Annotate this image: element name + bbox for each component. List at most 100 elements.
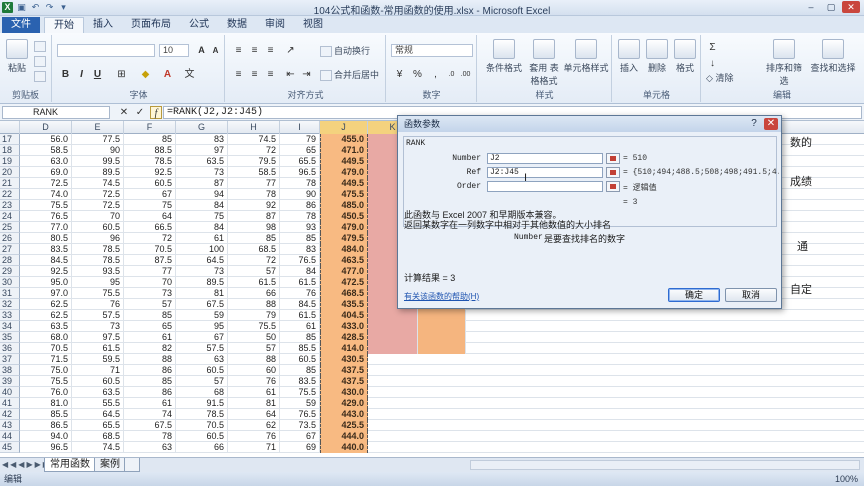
cell-k[interactable] bbox=[368, 310, 418, 321]
cell-f[interactable]: 57 bbox=[124, 299, 176, 310]
cell-g[interactable]: 83 bbox=[176, 134, 228, 145]
cell-i[interactable]: 85.5 bbox=[280, 343, 320, 354]
cell-d[interactable]: 86.5 bbox=[20, 420, 72, 431]
row-header[interactable]: 27 bbox=[0, 244, 20, 255]
row-header[interactable]: 18 bbox=[0, 145, 20, 156]
cell-g[interactable]: 67 bbox=[176, 332, 228, 343]
cell-d[interactable]: 63.5 bbox=[20, 321, 72, 332]
cell-e[interactable]: 55.5 bbox=[72, 398, 124, 409]
cell-f[interactable]: 66.5 bbox=[124, 222, 176, 233]
font-name-combo[interactable] bbox=[57, 44, 155, 57]
cell-i[interactable]: 85 bbox=[280, 233, 320, 244]
row-header[interactable]: 21 bbox=[0, 178, 20, 189]
fill-color-icon[interactable]: ◆ bbox=[139, 68, 152, 81]
row-header[interactable]: 17 bbox=[0, 134, 20, 145]
cell-i[interactable]: 84.5 bbox=[280, 299, 320, 310]
align-center-icon[interactable]: ≡ bbox=[248, 68, 261, 81]
sheet-tab-common-functions[interactable]: 常用函数 bbox=[44, 458, 96, 472]
cell-g[interactable]: 81 bbox=[176, 288, 228, 299]
cell-h[interactable]: 92 bbox=[228, 200, 280, 211]
cell-j[interactable]: 485.0 bbox=[320, 200, 368, 211]
cell-g[interactable]: 84 bbox=[176, 200, 228, 211]
increase-font-icon[interactable]: A bbox=[195, 44, 208, 57]
maximize-icon[interactable]: ▢ bbox=[822, 1, 840, 13]
cell-l[interactable] bbox=[418, 343, 466, 354]
paste-button[interactable]: 粘贴 bbox=[4, 39, 30, 74]
cell-f[interactable]: 74 bbox=[124, 409, 176, 420]
cell-f[interactable]: 70 bbox=[124, 277, 176, 288]
cell-f[interactable]: 72 bbox=[124, 233, 176, 244]
row-header[interactable]: 41 bbox=[0, 398, 20, 409]
row-header[interactable]: 20 bbox=[0, 167, 20, 178]
cell-f[interactable]: 63 bbox=[124, 442, 176, 453]
decrease-indent-icon[interactable]: ⇤ bbox=[284, 68, 297, 81]
cell-l[interactable] bbox=[418, 332, 466, 343]
cell-f[interactable]: 67.5 bbox=[124, 420, 176, 431]
cell-j[interactable]: 484.0 bbox=[320, 244, 368, 255]
cell-g[interactable]: 89.5 bbox=[176, 277, 228, 288]
row-header[interactable]: 37 bbox=[0, 354, 20, 365]
percent-icon[interactable]: % bbox=[411, 68, 424, 81]
cell-e[interactable]: 60.5 bbox=[72, 222, 124, 233]
cell-g[interactable]: 73 bbox=[176, 167, 228, 178]
cell-i[interactable]: 60.5 bbox=[280, 354, 320, 365]
function-help-link[interactable]: 有关该函数的帮助(H) bbox=[404, 291, 479, 302]
increase-decimal-icon[interactable]: .0 bbox=[445, 68, 458, 81]
cell-g[interactable]: 91.5 bbox=[176, 398, 228, 409]
collapse-dialog-icon[interactable] bbox=[606, 181, 620, 192]
cell-g[interactable]: 94 bbox=[176, 189, 228, 200]
cell-g[interactable]: 84 bbox=[176, 222, 228, 233]
cell-h[interactable]: 72 bbox=[228, 145, 280, 156]
cell-h[interactable]: 79 bbox=[228, 310, 280, 321]
row-header[interactable]: 32 bbox=[0, 299, 20, 310]
cell-h[interactable]: 72 bbox=[228, 255, 280, 266]
cell-d[interactable]: 63.0 bbox=[20, 156, 72, 167]
cell-f[interactable]: 82 bbox=[124, 343, 176, 354]
cell-g[interactable]: 67.5 bbox=[176, 299, 228, 310]
cell-j[interactable]: 430.0 bbox=[320, 387, 368, 398]
row-header[interactable]: 24 bbox=[0, 211, 20, 222]
cell-f[interactable]: 88.5 bbox=[124, 145, 176, 156]
cell-j[interactable]: 428.5 bbox=[320, 332, 368, 343]
cell-i[interactable]: 84 bbox=[280, 266, 320, 277]
cell-j[interactable]: 475.5 bbox=[320, 189, 368, 200]
cell-j[interactable]: 444.0 bbox=[320, 431, 368, 442]
copy-icon[interactable] bbox=[34, 56, 46, 67]
row-header[interactable]: 45 bbox=[0, 442, 20, 453]
cell-f[interactable]: 86 bbox=[124, 387, 176, 398]
cell-g[interactable]: 70.5 bbox=[176, 420, 228, 431]
cell-d[interactable]: 81.0 bbox=[20, 398, 72, 409]
cell-d[interactable]: 75.5 bbox=[20, 200, 72, 211]
cell-h[interactable]: 60 bbox=[228, 365, 280, 376]
cell-g[interactable]: 68 bbox=[176, 387, 228, 398]
cell-i[interactable]: 65 bbox=[280, 145, 320, 156]
sort-filter-button[interactable]: 排序和筛选 bbox=[762, 39, 806, 87]
cell-j[interactable]: 450.5 bbox=[320, 211, 368, 222]
cell-h[interactable]: 58.5 bbox=[228, 167, 280, 178]
cell-i[interactable]: 73.5 bbox=[280, 420, 320, 431]
row-header[interactable]: 29 bbox=[0, 266, 20, 277]
cell-d[interactable]: 94.0 bbox=[20, 431, 72, 442]
cell-d[interactable]: 75.0 bbox=[20, 365, 72, 376]
tab-review[interactable]: 审阅 bbox=[256, 17, 294, 33]
row-header[interactable]: 33 bbox=[0, 310, 20, 321]
cell-j[interactable]: 479.0 bbox=[320, 222, 368, 233]
cell-h[interactable]: 50 bbox=[228, 332, 280, 343]
cell-d[interactable]: 84.5 bbox=[20, 255, 72, 266]
number-format-combo[interactable]: 常规 bbox=[391, 44, 473, 57]
row-header[interactable]: 39 bbox=[0, 376, 20, 387]
cell-j[interactable]: 463.5 bbox=[320, 255, 368, 266]
cell-e[interactable]: 74.5 bbox=[72, 178, 124, 189]
cell-h[interactable]: 77 bbox=[228, 178, 280, 189]
cell-i[interactable]: 75.5 bbox=[280, 387, 320, 398]
cell-j[interactable]: 443.0 bbox=[320, 409, 368, 420]
collapse-dialog-icon[interactable] bbox=[606, 153, 620, 164]
cell-j[interactable]: 479.0 bbox=[320, 167, 368, 178]
cell-e[interactable]: 59.5 bbox=[72, 354, 124, 365]
cell-i[interactable]: 78 bbox=[280, 178, 320, 189]
cell-e[interactable]: 99.5 bbox=[72, 156, 124, 167]
cell-d[interactable]: 92.5 bbox=[20, 266, 72, 277]
cell-e[interactable]: 77.5 bbox=[72, 134, 124, 145]
cell-h[interactable]: 79.5 bbox=[228, 156, 280, 167]
cell-h[interactable]: 87 bbox=[228, 211, 280, 222]
